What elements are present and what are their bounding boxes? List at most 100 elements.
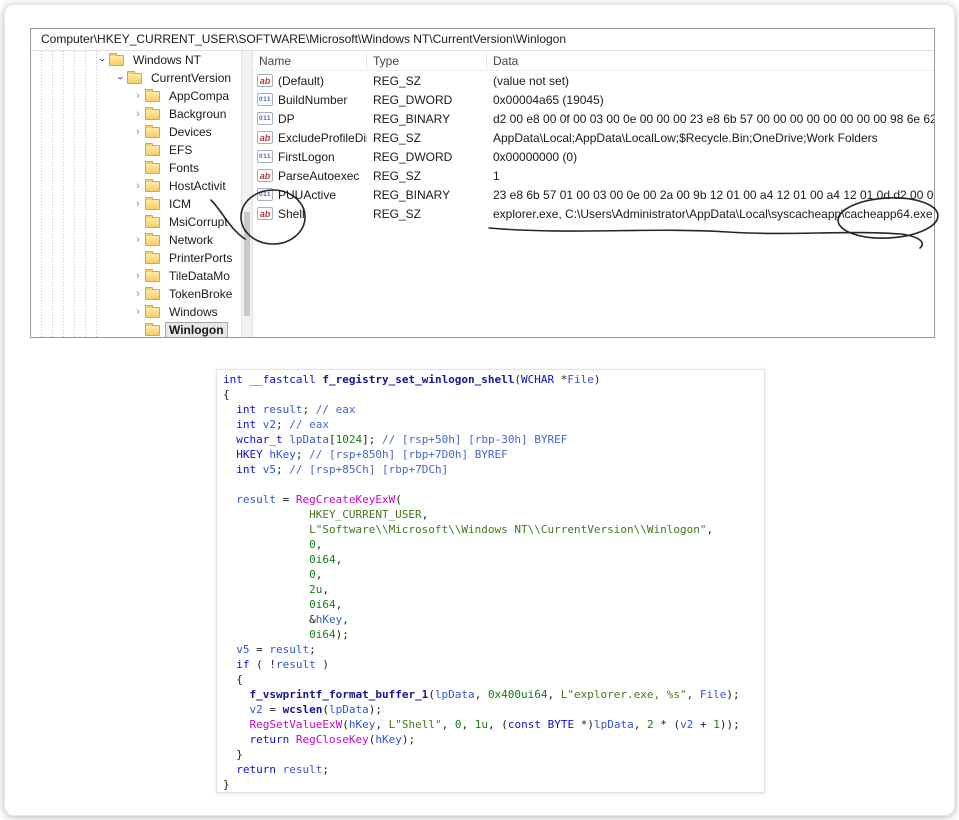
registry-value-row[interactable]: 011BuildNumberREG_DWORD0x00004a65 (19045… xyxy=(253,90,934,109)
tree-item-label: Windows NT xyxy=(129,52,205,68)
chevron-right-icon[interactable]: › xyxy=(131,198,145,210)
code-line: v2 = wcslen(lpData); xyxy=(223,702,758,717)
registry-tree-pane: ›Windows NT›CurrentVersion›AppCompa›Back… xyxy=(31,51,253,338)
column-header-name[interactable]: Name xyxy=(253,54,367,68)
value-name: ExcludeProfileDirs xyxy=(278,131,367,145)
string-value-icon: ab xyxy=(257,74,273,87)
value-data: 1 xyxy=(487,169,934,183)
tree-item-label: Network xyxy=(165,232,217,248)
code-line: } xyxy=(223,777,758,792)
folder-icon xyxy=(145,145,160,156)
tree-item-fonts[interactable]: Fonts xyxy=(31,159,252,177)
column-header-type[interactable]: Type xyxy=(367,54,487,68)
chevron-right-icon[interactable]: › xyxy=(131,234,145,246)
chevron-right-icon[interactable]: › xyxy=(131,108,145,120)
string-value-icon: ab xyxy=(257,169,273,182)
code-line: &hKey, xyxy=(223,612,758,627)
tree-item-label: Windows xyxy=(165,304,222,320)
chevron-right-icon[interactable]: › xyxy=(131,90,145,102)
binary-value-icon: 011 xyxy=(257,112,273,125)
tree-item-label: Fonts xyxy=(165,160,203,176)
tree-item-tiledatamo[interactable]: ›TileDataMo xyxy=(31,267,252,285)
address-bar[interactable]: Computer\HKEY_CURRENT_USER\SOFTWARE\Micr… xyxy=(31,29,934,51)
code-line: RegSetValueExW(hKey, L"Shell", 0, 1u, (c… xyxy=(223,717,758,732)
value-name-cell: 011FirstLogon xyxy=(253,150,367,164)
code-line: int __fastcall f_registry_set_winlogon_s… xyxy=(223,372,758,387)
code-line: return result; xyxy=(223,762,758,777)
value-name: Shell xyxy=(278,207,305,221)
tree-item-hostactivit[interactable]: › HostActivit xyxy=(31,177,252,195)
code-line: 0, xyxy=(223,537,758,552)
code-line: 0i64, xyxy=(223,552,758,567)
registry-value-row[interactable]: 011DPREG_BINARYd2 00 e8 00 0f 00 03 00 0… xyxy=(253,109,934,128)
registry-body: ›Windows NT›CurrentVersion›AppCompa›Back… xyxy=(31,51,934,338)
tree-item-windows[interactable]: › Windows xyxy=(31,303,252,321)
value-type: REG_BINARY xyxy=(367,188,487,202)
chevron-down-icon[interactable]: › xyxy=(114,71,126,85)
value-name: ParseAutoexec xyxy=(278,169,359,183)
value-data: 0x00004a65 (19045) xyxy=(487,93,934,107)
value-data: explorer.exe, C:\Users\Administrator\App… xyxy=(487,207,934,221)
code-line: wchar_t lpData[1024]; // [rsp+50h] [rbp-… xyxy=(223,432,758,447)
tree-item-efs[interactable]: EFS xyxy=(31,141,252,159)
folder-icon xyxy=(145,217,160,228)
value-name-cell: abShell xyxy=(253,207,367,221)
tree-item-label: Winlogon xyxy=(165,322,228,338)
tree-scrollbar[interactable] xyxy=(241,51,252,338)
folder-icon xyxy=(145,181,160,192)
registry-value-row[interactable]: abExcludeProfileDirsREG_SZAppData\Local;… xyxy=(253,128,934,147)
address-text: Computer\HKEY_CURRENT_USER\SOFTWARE\Micr… xyxy=(41,32,566,46)
tree-item-windows-nt[interactable]: › Windows NT xyxy=(31,51,252,69)
code-line: if ( !result ) xyxy=(223,657,758,672)
registry-value-row[interactable]: abShellREG_SZexplorer.exe, C:\Users\Admi… xyxy=(253,204,934,223)
chevron-right-icon[interactable]: › xyxy=(131,126,145,138)
value-type: REG_DWORD xyxy=(367,93,487,107)
value-name: (Default) xyxy=(278,74,324,88)
code-line: return RegCloseKey(hKey); xyxy=(223,732,758,747)
folder-icon xyxy=(145,127,160,138)
value-type: REG_SZ xyxy=(367,207,487,221)
tree-item-tokenbroke[interactable]: ›TokenBroke xyxy=(31,285,252,303)
code-line: int v2; // eax xyxy=(223,417,758,432)
column-header-data[interactable]: Data xyxy=(487,54,934,68)
value-data: d2 00 e8 00 0f 00 03 00 0e 00 00 00 23 e… xyxy=(487,112,934,126)
registry-value-row[interactable]: 011PUUActiveREG_BINARY23 e8 6b 57 01 00 … xyxy=(253,185,934,204)
registry-value-row[interactable]: 011FirstLogonREG_DWORD0x00000000 (0) xyxy=(253,147,934,166)
folder-icon xyxy=(145,289,160,300)
code-line: } xyxy=(223,747,758,762)
tree-item-network[interactable]: › Network xyxy=(31,231,252,249)
code-line: 2u, xyxy=(223,582,758,597)
value-type: REG_SZ xyxy=(367,169,487,183)
tree-item-icm[interactable]: › ICM xyxy=(31,195,252,213)
binary-value-icon: 011 xyxy=(257,188,273,201)
value-name-cell: ab (Default) xyxy=(253,74,367,88)
tree-scrollbar-thumb[interactable] xyxy=(244,212,250,316)
tree-item-label: HostActivit xyxy=(165,178,230,194)
registry-value-row[interactable]: ab ParseAutoexec REG_SZ1 xyxy=(253,166,934,185)
chevron-right-icon[interactable]: › xyxy=(131,180,145,192)
value-list: ab (Default) REG_SZ (value not set) 011Build… xyxy=(253,71,934,223)
tree-item-printerports[interactable]: PrinterPorts xyxy=(31,249,252,267)
value-name: FirstLogon xyxy=(278,150,335,164)
chevron-right-icon[interactable]: › xyxy=(131,288,145,300)
tree-item-label: ICM xyxy=(165,196,195,212)
tree-item-appcompa[interactable]: ›AppCompa xyxy=(31,87,252,105)
tree-item-winlogon[interactable]: Winlogon xyxy=(31,321,252,338)
registry-value-row[interactable]: ab(Default)REG_SZ(value not set) xyxy=(253,71,934,90)
tree-item-backgroun[interactable]: ›Backgroun xyxy=(31,105,252,123)
tree-item-msicorrupt[interactable]: MsiCorrupt xyxy=(31,213,252,231)
tree-item-currentversion[interactable]: › CurrentVersion xyxy=(31,69,252,87)
value-name: DP xyxy=(278,112,295,126)
chevron-down-icon[interactable]: › xyxy=(96,53,108,67)
pseudocode-listing: int __fastcall f_registry_set_winlogon_s… xyxy=(223,372,758,792)
chevron-right-icon[interactable]: › xyxy=(131,270,145,282)
tree-item-label: CurrentVersion xyxy=(147,70,235,86)
binary-value-icon: 011 xyxy=(257,93,273,106)
decompiler-panel: int __fastcall f_registry_set_winlogon_s… xyxy=(216,369,765,793)
chevron-right-icon[interactable]: › xyxy=(131,306,145,318)
tree-item-devices[interactable]: ›Devices xyxy=(31,123,252,141)
value-data: (value not set) xyxy=(487,74,934,88)
folder-icon xyxy=(109,55,124,66)
value-data: AppData\Local;AppData\LocalLow;$Recycle.… xyxy=(487,131,934,145)
tree-item-label: EFS xyxy=(165,142,196,158)
